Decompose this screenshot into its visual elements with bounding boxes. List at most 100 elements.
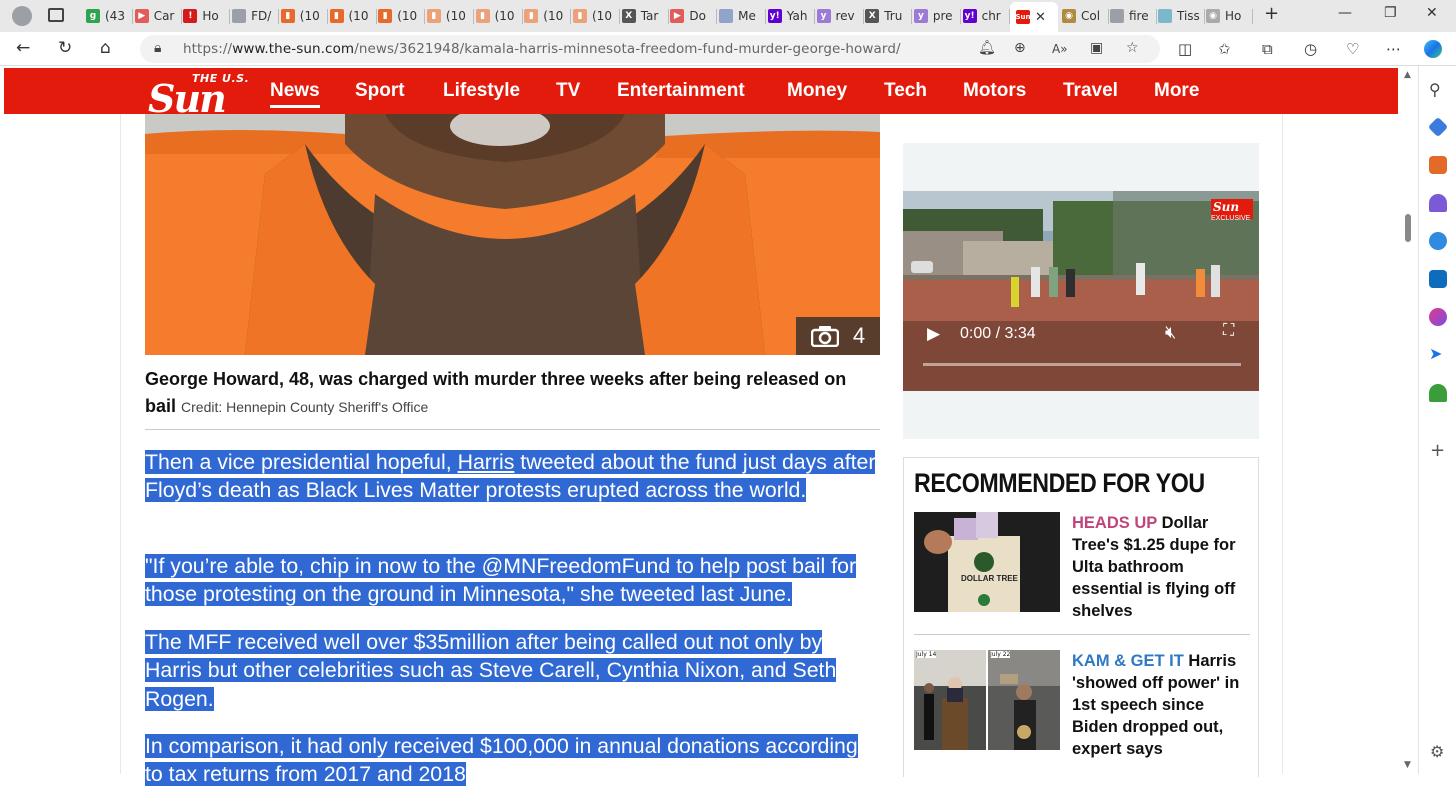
browser-tab[interactable]: fire bbox=[1110, 4, 1156, 28]
play-icon[interactable]: ▶ bbox=[927, 324, 940, 344]
browser-tab[interactable]: y pre bbox=[913, 4, 960, 28]
video-progress-bar[interactable] bbox=[923, 363, 1241, 366]
browser-tab[interactable]: ▮ (10 bbox=[378, 4, 424, 28]
paragraph-text: "If you’re able to, chip in now to the @… bbox=[145, 554, 857, 607]
nav-item-money[interactable]: Money bbox=[787, 80, 847, 102]
profile-avatar[interactable] bbox=[12, 6, 32, 26]
back-icon[interactable]: ← bbox=[16, 38, 30, 58]
scrollbar-thumb[interactable] bbox=[1405, 214, 1411, 242]
favorite-star-icon[interactable]: ☆ bbox=[1126, 40, 1139, 56]
browser-tab[interactable]: FD/ bbox=[232, 4, 278, 28]
nav-item-more[interactable]: More bbox=[1154, 80, 1199, 102]
sidebar-search-icon[interactable]: ⚲ bbox=[1429, 80, 1441, 99]
browser-essentials-icon[interactable]: ♡ bbox=[1346, 40, 1359, 58]
nav-item-lifestyle[interactable]: Lifestyle bbox=[443, 80, 520, 102]
browser-tab[interactable]: ▮ (10 bbox=[573, 4, 619, 28]
browser-tab[interactable]: ▮ (10 bbox=[426, 4, 473, 28]
browser-tab[interactable]: g (43 bbox=[86, 4, 132, 28]
outlook-icon[interactable] bbox=[1429, 270, 1447, 288]
browser-tab[interactable]: X Tar bbox=[621, 4, 668, 28]
page-scrollbar[interactable]: ▲ ▼ bbox=[1400, 66, 1418, 774]
read-aloud-icon[interactable]: A» bbox=[1052, 42, 1068, 56]
restore-icon[interactable]: ❐ bbox=[1384, 5, 1397, 21]
browser-tab[interactable]: Tiss bbox=[1158, 4, 1204, 28]
notification-icon[interactable]: 🔔︎ bbox=[978, 40, 996, 56]
copilot-icon[interactable] bbox=[1424, 40, 1442, 58]
tab-favicon-icon: ▮ bbox=[280, 9, 295, 23]
split-screen-icon[interactable]: ◫ bbox=[1178, 40, 1192, 58]
tab-active[interactable]: Sun ✕ bbox=[1010, 2, 1058, 32]
scroll-down-icon[interactable]: ▼ bbox=[1404, 760, 1411, 770]
scroll-up-icon[interactable]: ▲ bbox=[1404, 70, 1411, 80]
sidebar-settings-icon[interactable]: ⚙ bbox=[1430, 742, 1444, 761]
article-paragraph-4: In comparison, it had only received $100… bbox=[145, 732, 880, 789]
browser-tab[interactable]: ▮ (10 bbox=[524, 4, 570, 28]
zoom-icon[interactable]: ⊕ bbox=[1014, 40, 1026, 56]
send-icon[interactable]: ➤ bbox=[1429, 344, 1442, 363]
article-photo[interactable]: 4 bbox=[145, 114, 880, 355]
tools-icon[interactable] bbox=[1429, 156, 1447, 174]
photo-gallery-button[interactable]: 4 bbox=[796, 317, 880, 355]
more-menu-icon[interactable]: ⋯ bbox=[1386, 40, 1401, 58]
nav-item-news[interactable]: News bbox=[270, 80, 320, 108]
mute-icon[interactable]: 🔇︎ bbox=[1165, 322, 1176, 343]
browser-tab[interactable]: ◉ Col bbox=[1062, 4, 1108, 28]
add-sidebar-app-icon[interactable]: + bbox=[1430, 440, 1445, 461]
browser-tab[interactable]: y rev bbox=[816, 4, 863, 28]
microsoft-365-icon[interactable] bbox=[1429, 232, 1447, 250]
refresh-icon[interactable]: ↻ bbox=[58, 38, 72, 58]
url-text[interactable]: https://www.the-sun.com/news/3621948/kam… bbox=[183, 41, 901, 57]
browser-tab[interactable]: ▶ Do bbox=[670, 4, 716, 28]
tab-label: rev bbox=[835, 9, 855, 23]
video-player[interactable]: Sun EXCLUSIVE ▶ 0:00 / 3:34 🔇︎ ⛶ bbox=[903, 191, 1259, 391]
collections-icon[interactable]: ⧉ bbox=[1262, 40, 1273, 58]
browser-tab[interactable]: ◉ Ho bbox=[1206, 4, 1252, 28]
browser-tab[interactable]: Me bbox=[719, 4, 765, 28]
tab-favicon-icon bbox=[1110, 9, 1124, 23]
browser-tab[interactable]: y! Yah bbox=[767, 4, 814, 28]
tab-separator bbox=[521, 9, 523, 24]
close-window-icon[interactable]: ✕ bbox=[1426, 5, 1438, 21]
video-sun-badge: Sun bbox=[1213, 200, 1240, 214]
tab-label: (10 bbox=[445, 9, 466, 23]
recommended-thumbnail-2[interactable]: July 14 July 22 bbox=[914, 650, 1060, 750]
games-icon[interactable] bbox=[1429, 194, 1447, 212]
nav-item-sport[interactable]: Sport bbox=[355, 80, 405, 102]
browser-tab[interactable]: ▮ (10 bbox=[475, 4, 522, 28]
browser-tab[interactable]: X Tru bbox=[865, 4, 911, 28]
immersive-reader-icon[interactable]: ▣ bbox=[1090, 40, 1103, 56]
recommended-headline-2[interactable]: KAM & GET IT Harris 'showed off power' i… bbox=[1072, 650, 1250, 760]
browser-tab[interactable]: ▮ (10 bbox=[280, 4, 327, 28]
tree-icon[interactable] bbox=[1429, 384, 1447, 402]
designer-icon[interactable] bbox=[1429, 308, 1447, 326]
shopping-tag-icon[interactable] bbox=[1427, 116, 1449, 138]
recommended-headline-1[interactable]: HEADS UP Dollar Tree's $1.25 dupe for Ul… bbox=[1072, 512, 1250, 622]
tab-actions-icon[interactable] bbox=[48, 8, 64, 22]
tab-label: Ho bbox=[202, 9, 219, 23]
nav-item-tech[interactable]: Tech bbox=[884, 80, 927, 102]
browser-tab[interactable]: ▮ (10 bbox=[329, 4, 376, 28]
recommended-thumbnail-1[interactable]: DOLLAR TREE bbox=[914, 512, 1060, 612]
lock-icon[interactable]: 🔒︎ bbox=[154, 40, 161, 56]
browser-tab[interactable]: y! chr bbox=[962, 4, 1009, 28]
tab-favicon-icon bbox=[1158, 9, 1172, 23]
nav-item-tv[interactable]: TV bbox=[556, 80, 580, 102]
favorites-icon[interactable]: ✩ bbox=[1218, 40, 1231, 58]
home-icon[interactable]: ⌂ bbox=[100, 38, 111, 58]
tab-separator bbox=[619, 9, 620, 24]
new-tab-button[interactable]: + bbox=[1264, 3, 1279, 24]
browser-tab[interactable]: ▶ Car bbox=[134, 4, 181, 28]
nav-item-motors[interactable]: Motors bbox=[963, 80, 1026, 102]
browser-tab[interactable]: ! Ho bbox=[183, 4, 229, 28]
fullscreen-icon[interactable]: ⛶ bbox=[1223, 322, 1234, 340]
minimize-icon[interactable]: — bbox=[1338, 5, 1352, 21]
sun-favicon-icon: Sun bbox=[1016, 10, 1031, 24]
url-field[interactable]: 🔒︎ https://www.the-sun.com/news/3621948/… bbox=[140, 35, 1160, 63]
tab-close-icon[interactable]: ✕ bbox=[1035, 10, 1046, 25]
harris-link[interactable]: Harris bbox=[458, 450, 515, 474]
nav-item-entertainment[interactable]: Entertainment bbox=[617, 80, 745, 102]
sun-logo[interactable]: THE U.S. Sun bbox=[148, 72, 256, 121]
tab-favicon-icon: ▮ bbox=[475, 9, 490, 23]
history-icon[interactable]: ◷ bbox=[1304, 40, 1317, 58]
nav-item-travel[interactable]: Travel bbox=[1063, 80, 1118, 102]
